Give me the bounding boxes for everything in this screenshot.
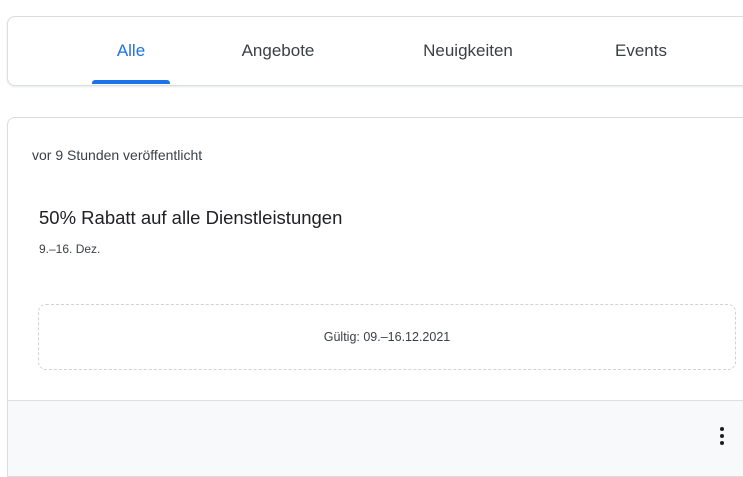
tab-label: Alle: [116, 41, 146, 60]
tab-angebote[interactable]: Angebote: [218, 17, 338, 85]
tab-label: Angebote: [241, 41, 315, 60]
offer-validity-box: Gültig: 09.–16.12.2021: [38, 304, 736, 370]
tab-events[interactable]: Events: [591, 17, 691, 85]
posted-time: vor 9 Stunden veröffentlicht: [32, 147, 203, 163]
tab-bar: Alle Angebote Neuigkeiten Events: [7, 16, 743, 86]
tab-label: Events: [615, 41, 667, 60]
active-tab-indicator: [92, 80, 170, 84]
tab-neuigkeiten[interactable]: Neuigkeiten: [393, 17, 543, 85]
tab-alle[interactable]: Alle: [86, 17, 176, 85]
post-title: 50% Rabatt auf alle Dienstleistungen: [39, 207, 343, 228]
offer-validity-text: Gültig: 09.–16.12.2021: [323, 330, 451, 344]
post-date-range: 9.–16. Dez.: [39, 242, 101, 256]
post-card: vor 9 Stunden veröffentlicht 50% Rabatt …: [7, 117, 743, 477]
tab-label: Neuigkeiten: [423, 41, 513, 60]
post-footer: [8, 400, 743, 476]
more-vert-icon[interactable]: [712, 422, 732, 450]
